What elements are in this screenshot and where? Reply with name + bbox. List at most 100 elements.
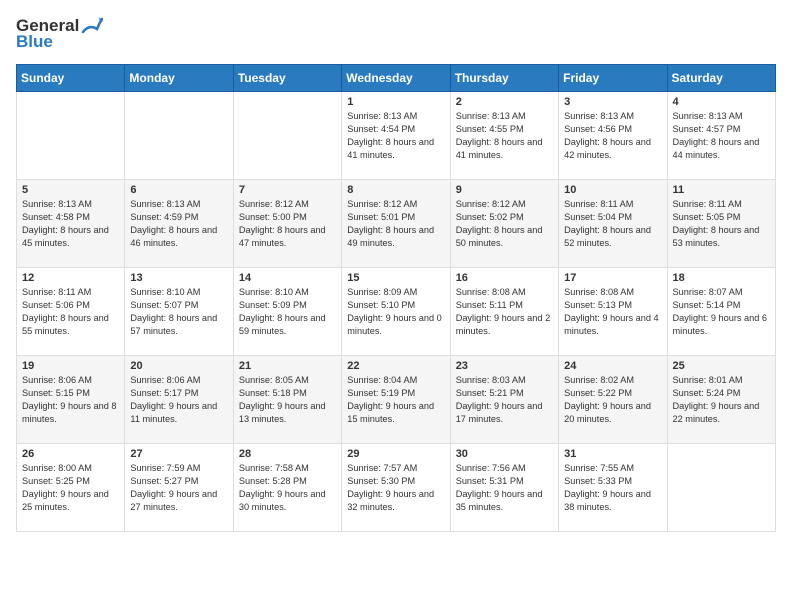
day-info: Sunrise: 7:55 AMSunset: 5:33 PMDaylight:…: [564, 462, 661, 514]
day-number: 10: [564, 184, 661, 196]
day-info: Sunrise: 8:10 AMSunset: 5:07 PMDaylight:…: [130, 286, 227, 338]
day-number: 16: [456, 272, 553, 284]
day-info: Sunrise: 8:12 AMSunset: 5:00 PMDaylight:…: [239, 198, 336, 250]
day-number: 26: [22, 448, 119, 460]
logo-bird-icon: [81, 17, 103, 35]
calendar-cell-4-3: 29Sunrise: 7:57 AMSunset: 5:30 PMDayligh…: [342, 444, 450, 532]
weekday-header-monday: Monday: [125, 65, 233, 92]
day-number: 1: [347, 96, 444, 108]
calendar-cell-1-1: 6 Sunrise: 8:13 AMSunset: 4:59 PMDaylight…: [125, 180, 233, 268]
calendar-cell-3-3: 22 Sunrise: 8:04 AMSunset: 5:19 PMDayligh…: [342, 356, 450, 444]
weekday-header-sunday: Sunday: [17, 65, 125, 92]
day-number: 28: [239, 448, 336, 460]
day-info: Sunrise: 8:12 AMSunset: 5:01 PMDaylight:…: [347, 198, 444, 250]
day-info: Sunrise: 8:06 AMSunset: 5:17 PMDaylight:…: [130, 374, 227, 426]
day-info: Sunrise: 7:58 AMSunset: 5:28 PMDaylight:…: [239, 462, 336, 514]
calendar-cell-1-5: 10 Sunrise: 8:11 AMSunset: 5:04 PMDayligh…: [559, 180, 667, 268]
calendar-cell-3-2: 21 Sunrise: 8:05 AMSunset: 5:18 PMDayligh…: [233, 356, 341, 444]
day-info: Sunrise: 8:11 AMSunset: 5:06 PMDaylight:…: [22, 286, 119, 338]
day-info: Sunrise: 8:08 AMSunset: 5:11 PMDaylight:…: [456, 286, 553, 338]
calendar-cell-2-5: 17 Sunrise: 8:08 AMSunset: 5:13 PMDayligh…: [559, 268, 667, 356]
day-number: 31: [564, 448, 661, 460]
weekday-header-saturday: Saturday: [667, 65, 775, 92]
day-info: Sunrise: 8:10 AMSunset: 5:09 PMDaylight:…: [239, 286, 336, 338]
calendar-cell-1-6: 11Sunrise: 8:11 AMSunset: 5:05 PMDayligh…: [667, 180, 775, 268]
day-number: 6: [130, 184, 227, 196]
day-info: Sunrise: 8:05 AMSunset: 5:18 PMDaylight:…: [239, 374, 336, 426]
day-number: 9: [456, 184, 553, 196]
day-number: 29: [347, 448, 444, 460]
day-info: Sunrise: 8:11 AMSunset: 5:04 PMDaylight:…: [564, 198, 661, 250]
calendar-cell-2-6: 18Sunrise: 8:07 AMSunset: 5:14 PMDayligh…: [667, 268, 775, 356]
calendar-cell-2-4: 16 Sunrise: 8:08 AMSunset: 5:11 PMDayligh…: [450, 268, 558, 356]
day-number: 18: [673, 272, 770, 284]
calendar-cell-0-6: 4 Sunrise: 8:13 AMSunset: 4:57 PMDaylight…: [667, 92, 775, 180]
page-header: General Blue: [16, 16, 776, 52]
day-info: Sunrise: 8:01 AMSunset: 5:24 PMDaylight:…: [673, 374, 770, 426]
day-number: 13: [130, 272, 227, 284]
calendar-cell-4-4: 30 Sunrise: 7:56 AMSunset: 5:31 PMDayligh…: [450, 444, 558, 532]
calendar-cell-3-6: 25 Sunrise: 8:01 AMSunset: 5:24 PMDayligh…: [667, 356, 775, 444]
day-info: Sunrise: 8:06 AMSunset: 5:15 PMDaylight:…: [22, 374, 119, 426]
week-row-1: 5 Sunrise: 8:13 AMSunset: 4:58 PMDaylight…: [17, 180, 776, 268]
day-number: 22: [347, 360, 444, 372]
calendar-cell-1-0: 5 Sunrise: 8:13 AMSunset: 4:58 PMDaylight…: [17, 180, 125, 268]
weekday-header-wednesday: Wednesday: [342, 65, 450, 92]
logo-blue: Blue: [16, 32, 53, 52]
day-number: 3: [564, 96, 661, 108]
day-number: 14: [239, 272, 336, 284]
day-number: 8: [347, 184, 444, 196]
day-info: Sunrise: 8:08 AMSunset: 5:13 PMDaylight:…: [564, 286, 661, 338]
weekday-header-tuesday: Tuesday: [233, 65, 341, 92]
day-number: 17: [564, 272, 661, 284]
day-info: Sunrise: 8:04 AMSunset: 5:19 PMDaylight:…: [347, 374, 444, 426]
day-number: 30: [456, 448, 553, 460]
day-info: Sunrise: 8:13 AMSunset: 4:58 PMDaylight:…: [22, 198, 119, 250]
calendar-cell-2-1: 13 Sunrise: 8:10 AMSunset: 5:07 PMDayligh…: [125, 268, 233, 356]
calendar-cell-1-3: 8 Sunrise: 8:12 AMSunset: 5:01 PMDaylight…: [342, 180, 450, 268]
day-info: Sunrise: 8:13 AMSunset: 4:59 PMDaylight:…: [130, 198, 227, 250]
day-info: Sunrise: 8:13 AMSunset: 4:57 PMDaylight:…: [673, 110, 770, 162]
calendar-cell-2-0: 12Sunrise: 8:11 AMSunset: 5:06 PMDayligh…: [17, 268, 125, 356]
calendar-cell-3-0: 19 Sunrise: 8:06 AMSunset: 5:15 PMDayligh…: [17, 356, 125, 444]
day-number: 24: [564, 360, 661, 372]
calendar-cell-3-4: 23 Sunrise: 8:03 AMSunset: 5:21 PMDayligh…: [450, 356, 558, 444]
day-info: Sunrise: 8:13 AMSunset: 4:55 PMDaylight:…: [456, 110, 553, 162]
calendar-table: SundayMondayTuesdayWednesdayThursdayFrid…: [16, 64, 776, 532]
calendar-cell-1-2: 7 Sunrise: 8:12 AMSunset: 5:00 PMDaylight…: [233, 180, 341, 268]
week-row-4: 26 Sunrise: 8:00 AMSunset: 5:25 PMDayligh…: [17, 444, 776, 532]
day-info: Sunrise: 8:13 AMSunset: 4:54 PMDaylight:…: [347, 110, 444, 162]
week-row-0: 1 Sunrise: 8:13 AMSunset: 4:54 PMDaylight…: [17, 92, 776, 180]
calendar-cell-3-1: 20Sunrise: 8:06 AMSunset: 5:17 PMDayligh…: [125, 356, 233, 444]
day-info: Sunrise: 8:03 AMSunset: 5:21 PMDaylight:…: [456, 374, 553, 426]
weekday-header-thursday: Thursday: [450, 65, 558, 92]
day-number: 5: [22, 184, 119, 196]
calendar-cell-0-0: [17, 92, 125, 180]
day-number: 11: [673, 184, 770, 196]
day-info: Sunrise: 8:02 AMSunset: 5:22 PMDaylight:…: [564, 374, 661, 426]
calendar-cell-0-4: 2 Sunrise: 8:13 AMSunset: 4:55 PMDaylight…: [450, 92, 558, 180]
day-number: 19: [22, 360, 119, 372]
weekday-header-row: SundayMondayTuesdayWednesdayThursdayFrid…: [17, 65, 776, 92]
day-number: 4: [673, 96, 770, 108]
calendar-cell-4-6: [667, 444, 775, 532]
day-number: 2: [456, 96, 553, 108]
calendar-cell-1-4: 9Sunrise: 8:12 AMSunset: 5:02 PMDaylight…: [450, 180, 558, 268]
day-info: Sunrise: 7:56 AMSunset: 5:31 PMDaylight:…: [456, 462, 553, 514]
logo-container: General Blue: [16, 16, 103, 52]
day-number: 15: [347, 272, 444, 284]
calendar-cell-4-5: 31 Sunrise: 7:55 AMSunset: 5:33 PMDayligh…: [559, 444, 667, 532]
day-number: 23: [456, 360, 553, 372]
calendar-cell-4-0: 26 Sunrise: 8:00 AMSunset: 5:25 PMDayligh…: [17, 444, 125, 532]
day-info: Sunrise: 8:00 AMSunset: 5:25 PMDaylight:…: [22, 462, 119, 514]
calendar-cell-3-5: 24 Sunrise: 8:02 AMSunset: 5:22 PMDayligh…: [559, 356, 667, 444]
day-info: Sunrise: 7:59 AMSunset: 5:27 PMDaylight:…: [130, 462, 227, 514]
day-number: 7: [239, 184, 336, 196]
day-number: 21: [239, 360, 336, 372]
day-info: Sunrise: 8:09 AMSunset: 5:10 PMDaylight:…: [347, 286, 444, 338]
day-info: Sunrise: 8:13 AMSunset: 4:56 PMDaylight:…: [564, 110, 661, 162]
day-number: 27: [130, 448, 227, 460]
day-number: 25: [673, 360, 770, 372]
week-row-2: 12Sunrise: 8:11 AMSunset: 5:06 PMDayligh…: [17, 268, 776, 356]
calendar-cell-0-2: [233, 92, 341, 180]
